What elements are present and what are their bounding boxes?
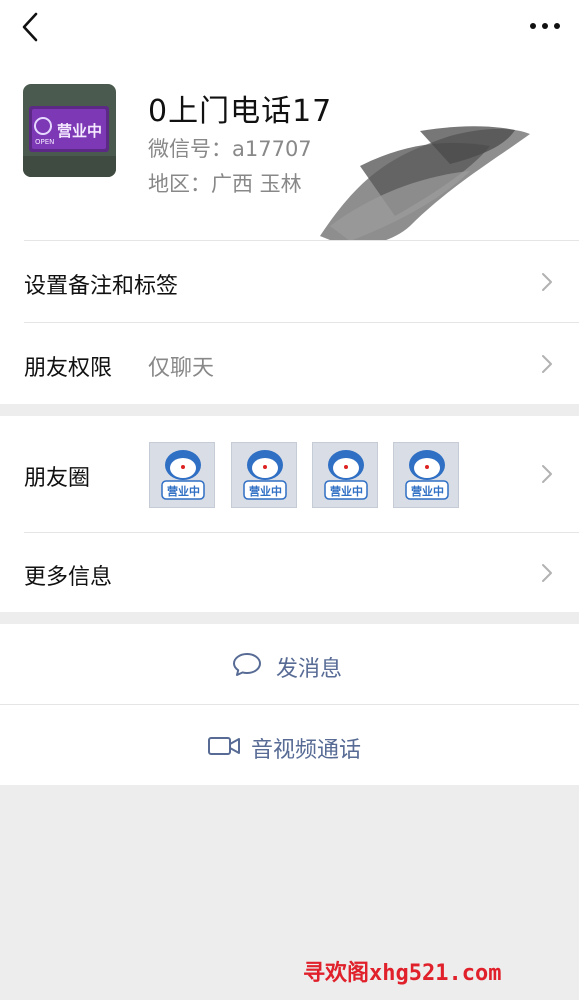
wechat-id: 微信号：a17707 xyxy=(148,137,312,161)
moments-thumbnail: 营业中 xyxy=(393,442,459,508)
avatar-sign-text: 营业中 xyxy=(57,122,103,140)
more-info-label: 更多信息 xyxy=(24,565,113,590)
moments-thumbnail: 营业中 xyxy=(149,442,215,508)
divider xyxy=(24,240,579,241)
redaction-scribble xyxy=(320,126,530,246)
divider xyxy=(24,322,579,323)
moments-thumbnail: 营业中 xyxy=(231,442,297,508)
chevron-right-icon xyxy=(542,564,552,582)
moments-thumbnail-text: 营业中 xyxy=(330,485,363,498)
set-remark-label: 设置备注和标签 xyxy=(24,274,179,299)
chevron-left-icon[interactable] xyxy=(16,10,46,44)
voice-video-call-button[interactable]: 音视频通话 xyxy=(0,704,579,785)
friend-permission-row[interactable]: 朋友权限 仅聊天 xyxy=(0,322,579,404)
more-dots-icon[interactable] xyxy=(527,12,563,40)
contact-name: 0上门电话17 xyxy=(148,94,333,129)
divider xyxy=(24,532,579,533)
voice-video-call-label: 音视频通话 xyxy=(251,738,362,763)
moments-thumbnail: 营业中 xyxy=(312,442,378,508)
chevron-right-icon xyxy=(542,465,552,483)
moments-label: 朋友圈 xyxy=(24,466,91,491)
profile-card: 营业中 OPEN 0上门电话17 微信号：a17707 地区：广西 玉林 xyxy=(0,56,579,246)
avatar-open-text: OPEN xyxy=(35,138,55,146)
site-watermark: 寻欢阁xhg521.com xyxy=(303,961,502,986)
top-bar xyxy=(0,0,579,56)
chevron-right-icon xyxy=(542,273,552,291)
send-message-label: 发消息 xyxy=(276,657,343,682)
moments-thumbnail-text: 营业中 xyxy=(249,485,282,498)
set-remark-row[interactable]: 设置备注和标签 xyxy=(0,240,579,322)
friend-permission-label: 朋友权限 xyxy=(24,356,113,381)
chevron-right-icon xyxy=(542,355,552,373)
video-camera-icon xyxy=(208,737,240,755)
moments-row[interactable]: 朋友圈 营业中 营业中 营业中 营业中 xyxy=(0,416,579,532)
avatar[interactable]: 营业中 OPEN xyxy=(23,84,116,177)
moments-thumbnail-text: 营业中 xyxy=(167,485,200,498)
divider xyxy=(0,704,579,705)
region: 地区：广西 玉林 xyxy=(148,172,302,196)
friend-permission-value: 仅聊天 xyxy=(148,356,215,381)
chat-bubble-icon xyxy=(233,653,261,676)
more-info-row[interactable]: 更多信息 xyxy=(0,532,579,612)
send-message-button[interactable]: 发消息 xyxy=(0,624,579,704)
moments-thumbnail-text: 营业中 xyxy=(411,485,444,498)
